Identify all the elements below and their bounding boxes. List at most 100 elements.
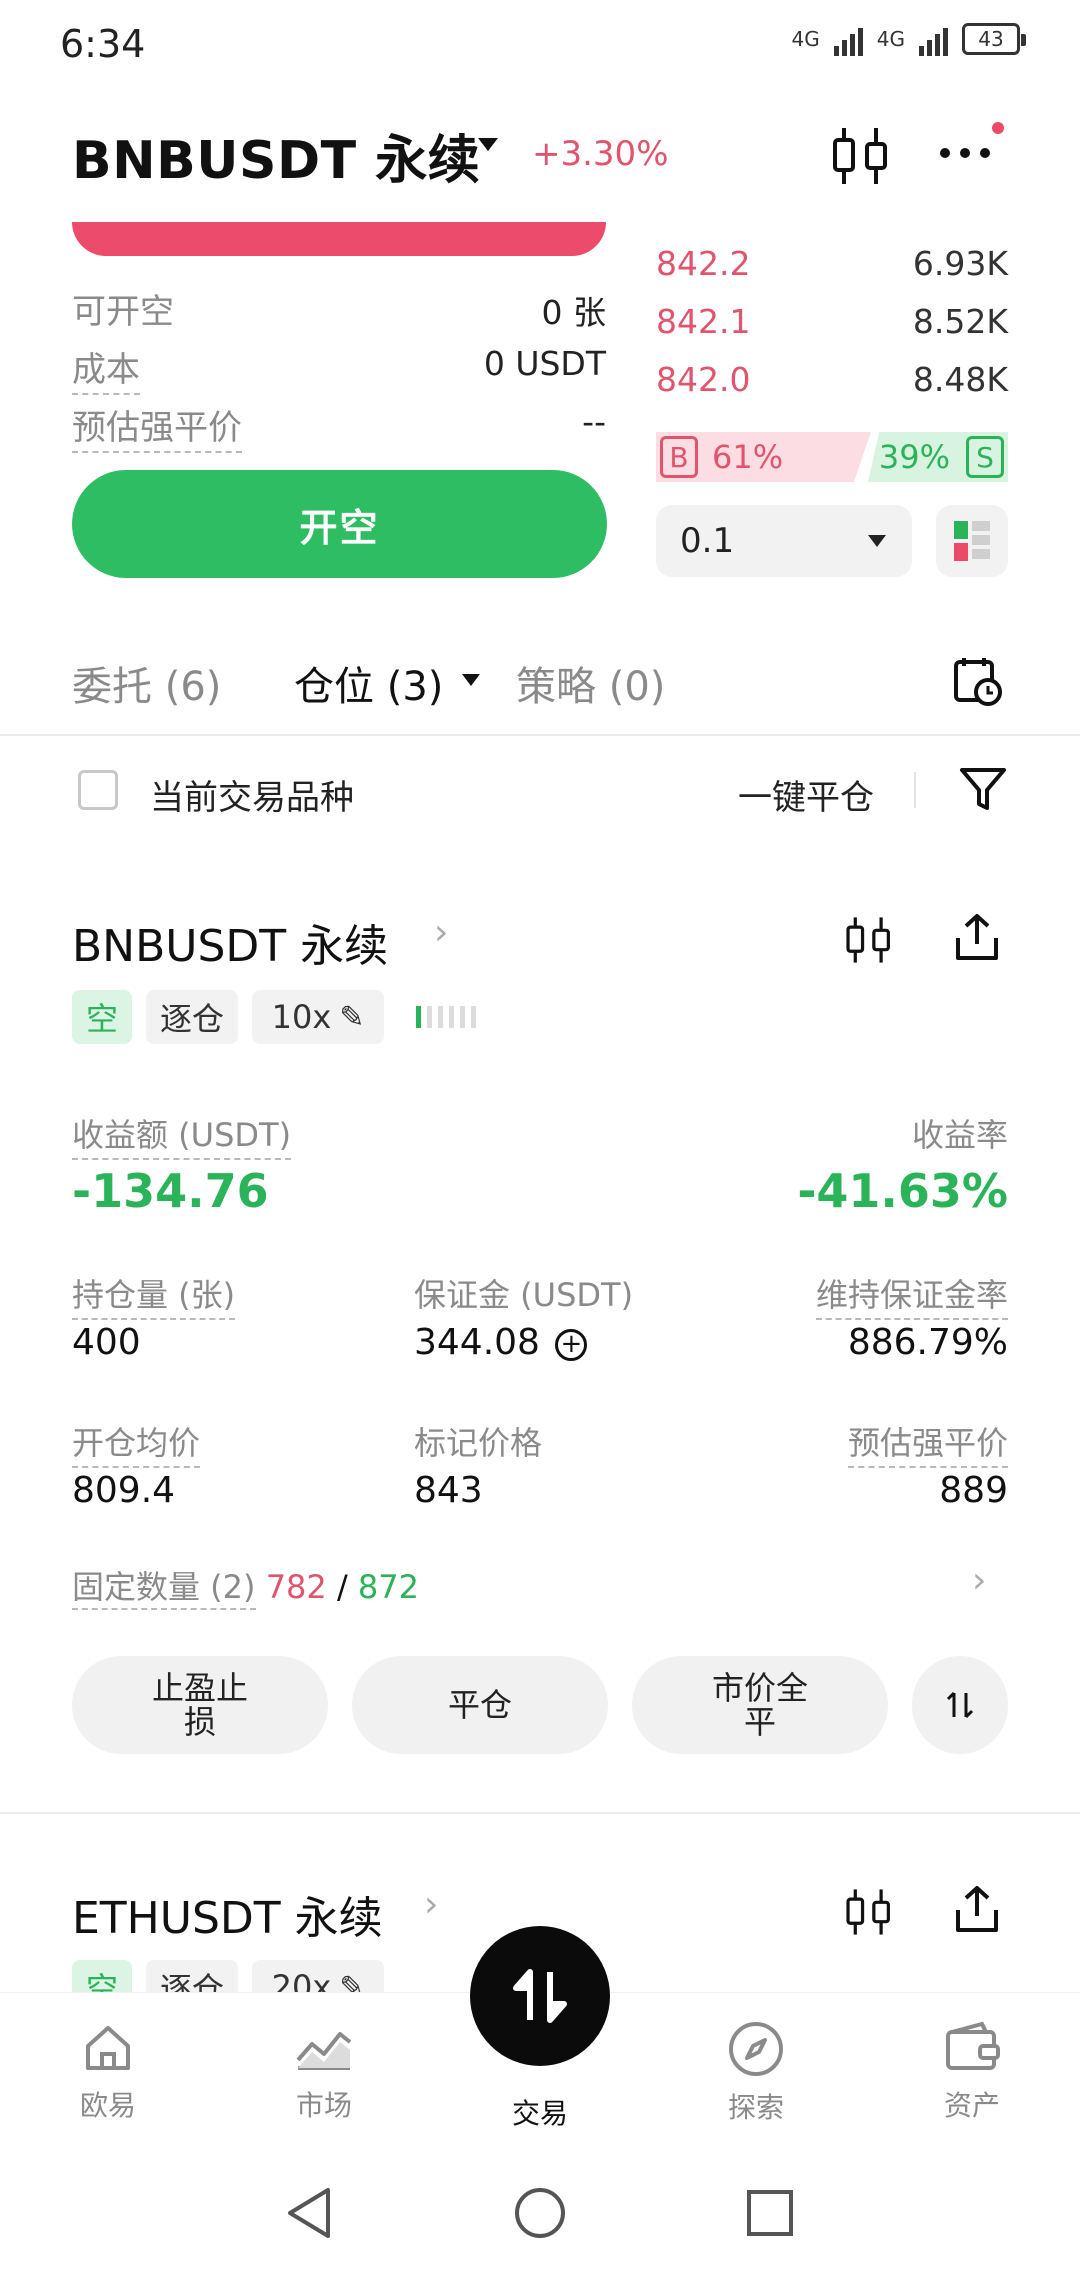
close-all-button[interactable]: 一键平仓 [738,770,874,819]
wallet-icon [946,2021,1000,2070]
mark-price-value: 843 [414,1470,483,1511]
filter-icon[interactable] [958,764,1008,814]
mmr-value: 886.79% [847,1322,1008,1363]
cost-label: 成本 [72,342,140,395]
mmr-label: 维持保证金率 [815,1270,1008,1320]
nav-discover[interactable]: 探索 [676,2020,836,2126]
position-title[interactable]: ETHUSDT 永续 [72,1882,383,1946]
buy-percent: 61% [712,438,784,476]
nav-trade-button[interactable] [470,1926,610,2066]
home-icon [86,2026,130,2070]
swap-icon [946,1691,974,1719]
market-close-button[interactable]: 市价全平 [632,1656,888,1754]
sell-badge: S [966,436,1004,478]
orderbook-layout-icon [954,521,990,561]
buy-badge: B [660,436,698,478]
roe-value: -41.63% [797,1164,1008,1218]
nav-home[interactable]: 欧易 [28,2020,188,2124]
open-short-button[interactable]: 开空 [72,470,607,578]
system-back-icon[interactable] [282,2184,336,2242]
notification-dot [992,122,1004,134]
tpsl-label: 固定数量 (2) [72,1568,256,1610]
candlestick-chart-icon[interactable] [830,124,892,188]
leverage-level-indicator [416,1006,476,1028]
signal-icon [833,22,863,56]
system-home-icon[interactable] [512,2184,568,2242]
size-value: 400 [72,1322,141,1363]
tpsl-row[interactable]: 固定数量 (2) 782 / 872 [72,1562,419,1610]
add-margin-icon[interactable]: + [555,1329,588,1361]
available-short-value: 0 张 [541,293,607,332]
nav-assets[interactable]: 资产 [892,2020,1052,2124]
nav-trade-label[interactable]: 交易 [470,2092,610,2132]
sl-value: 872 [357,1568,419,1606]
chevron-right-icon[interactable]: › [434,912,448,953]
nav-market[interactable]: 市场 [244,2020,404,2124]
current-symbol-checkbox[interactable] [78,770,118,810]
price-step-value: 0.1 [680,521,735,561]
candlestick-chart-icon[interactable] [844,1886,894,1938]
pnl-label: 收益额 (USDT) [72,1110,292,1160]
battery-icon: 43 [962,23,1026,55]
separator [914,772,916,808]
sell-button-partial[interactable] [72,222,606,256]
network-2: 4G [876,27,905,51]
margin-label: 保证金 (USDT) [414,1276,634,1314]
margin-amount: 344.08 [414,1322,540,1363]
position-title[interactable]: BNBUSDT 永续 [72,910,388,974]
ask-qty: 6.93K [912,243,1008,283]
buy-sell-ratio: B 61% 39% S [656,432,1008,482]
symbol-title[interactable]: BNBUSDT 永续 [72,118,480,193]
share-icon[interactable] [952,1884,1002,1936]
available-short-label: 可开空 [72,292,174,332]
leverage-tag[interactable]: 10x ✎ [252,990,384,1044]
market-icon [296,2032,352,2070]
status-icons: 4G 4G 43 [791,22,1026,56]
nav-home-label: 欧易 [79,2089,136,2122]
signal-icon [919,22,948,56]
entry-price-value: 809.4 [72,1470,176,1511]
current-symbol-label[interactable]: 当前交易品种 [150,770,354,819]
compass-icon [729,2022,783,2076]
edit-icon: ✎ [339,999,365,1035]
position-divider [0,1812,1080,1814]
reverse-position-button[interactable] [912,1656,1008,1754]
ask-price: 842.0 [656,359,751,399]
chevron-down-icon [868,535,886,547]
chevron-right-icon[interactable]: › [972,1560,986,1601]
liq-price-value: 889 [939,1470,1008,1511]
tabs-divider [0,734,1080,736]
margin-value: 344.08 + [414,1322,588,1363]
close-position-button[interactable]: 平仓 [352,1656,608,1754]
roe-label: 收益率 [911,1116,1008,1154]
history-icon[interactable] [952,654,1004,706]
margin-mode-tag: 逐仓 [146,990,238,1044]
chevron-down-icon[interactable] [462,674,480,686]
liq-price-label: 预估强平价 [847,1418,1008,1468]
symbol-change: +3.30% [532,134,669,174]
nav-assets-label: 资产 [943,2089,1000,2122]
system-recents-icon[interactable] [744,2184,796,2242]
ask-qty: 8.48K [912,359,1008,399]
orderbook-layout-button[interactable] [936,505,1008,577]
candlestick-chart-icon[interactable] [844,914,894,966]
sell-percent: 39% [878,438,950,476]
tpsl-separator: / [336,1568,348,1606]
more-icon[interactable] [940,148,990,158]
ask-row[interactable]: 842.0 8.48K [656,350,1008,408]
symbol-dropdown-icon[interactable] [478,138,498,151]
ask-row[interactable]: 842.2 6.93K [656,234,1008,292]
leverage-value: 10x [271,998,332,1036]
size-label: 持仓量 (张) [72,1270,236,1320]
tab-orders[interactable]: 委托 (6) [72,654,221,712]
tpsl-button[interactable]: 止盈止损 [72,1656,328,1754]
nav-market-label: 市场 [295,2089,352,2122]
network-1: 4G [791,27,820,51]
share-icon[interactable] [952,912,1002,964]
tab-strategy[interactable]: 策略 (0) [516,654,665,712]
price-step-select[interactable]: 0.1 [656,505,912,577]
chevron-right-icon[interactable]: › [424,1884,438,1925]
tab-positions[interactable]: 仓位 (3) [294,654,443,712]
ask-price: 842.2 [656,243,751,283]
ask-row[interactable]: 842.1 8.52K [656,292,1008,350]
